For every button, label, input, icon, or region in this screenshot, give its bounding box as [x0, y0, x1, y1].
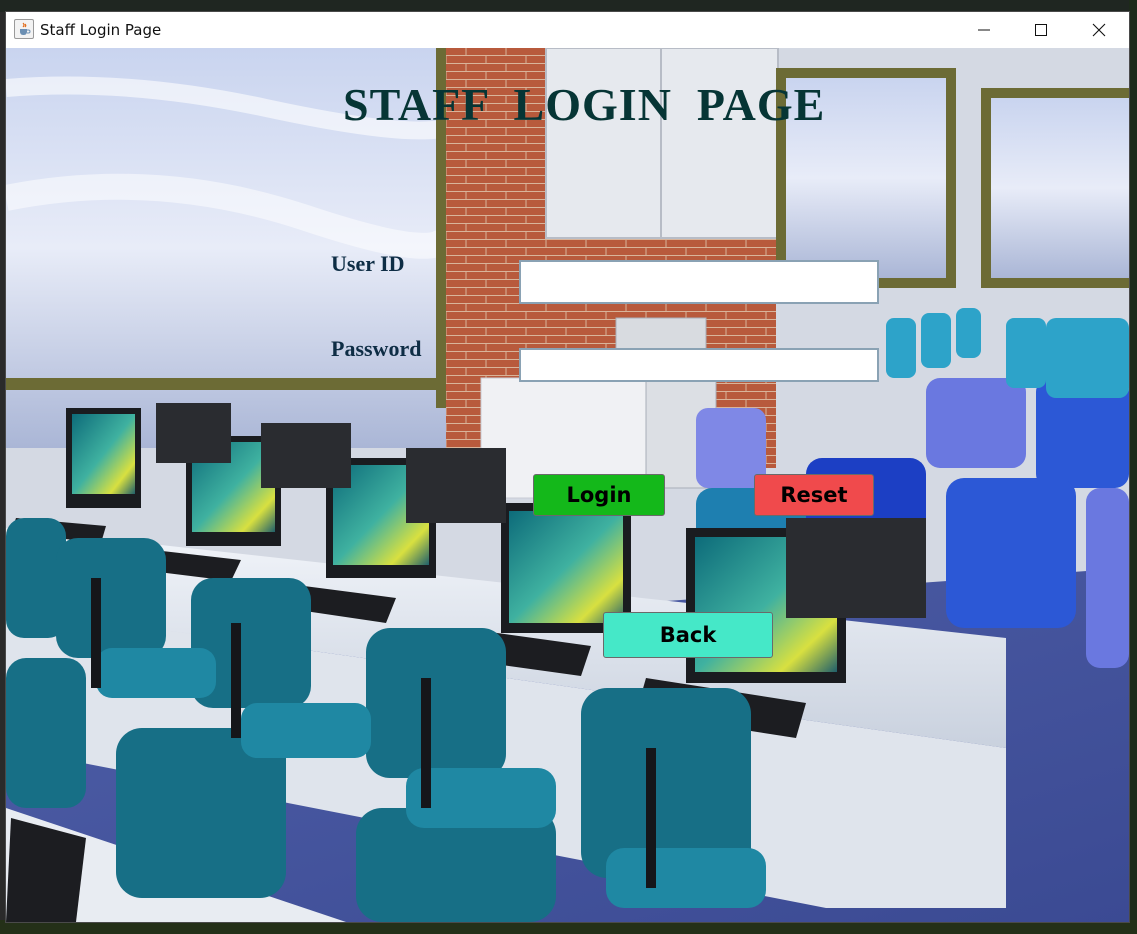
app-window: Staff Login Page STAFF LOGIN PAGE User I…	[6, 12, 1129, 922]
reset-button[interactable]: Reset	[754, 474, 874, 516]
desktop-background-right	[1129, 0, 1137, 934]
maximize-icon	[1035, 24, 1047, 36]
maximize-button[interactable]	[1012, 12, 1070, 48]
back-button[interactable]: Back	[603, 612, 773, 658]
password-label: Password	[331, 336, 422, 361]
password-field[interactable]	[519, 348, 879, 382]
login-panel: STAFF LOGIN PAGE User ID Password Login …	[6, 48, 1129, 922]
login-button[interactable]: Login	[533, 474, 665, 516]
page-title: STAFF LOGIN PAGE	[343, 79, 826, 130]
title-bar[interactable]: Staff Login Page	[6, 12, 1129, 48]
window-title: Staff Login Page	[40, 21, 162, 39]
desktop-background	[0, 0, 1137, 12]
desktop-background-bottom	[0, 920, 1137, 934]
minimize-icon	[978, 29, 990, 31]
close-icon	[1092, 23, 1106, 37]
minimize-button[interactable]	[955, 12, 1013, 48]
user-id-field[interactable]	[519, 260, 879, 304]
close-button[interactable]	[1070, 12, 1128, 48]
java-cup-icon	[14, 19, 34, 39]
user-id-label: User ID	[331, 251, 405, 276]
